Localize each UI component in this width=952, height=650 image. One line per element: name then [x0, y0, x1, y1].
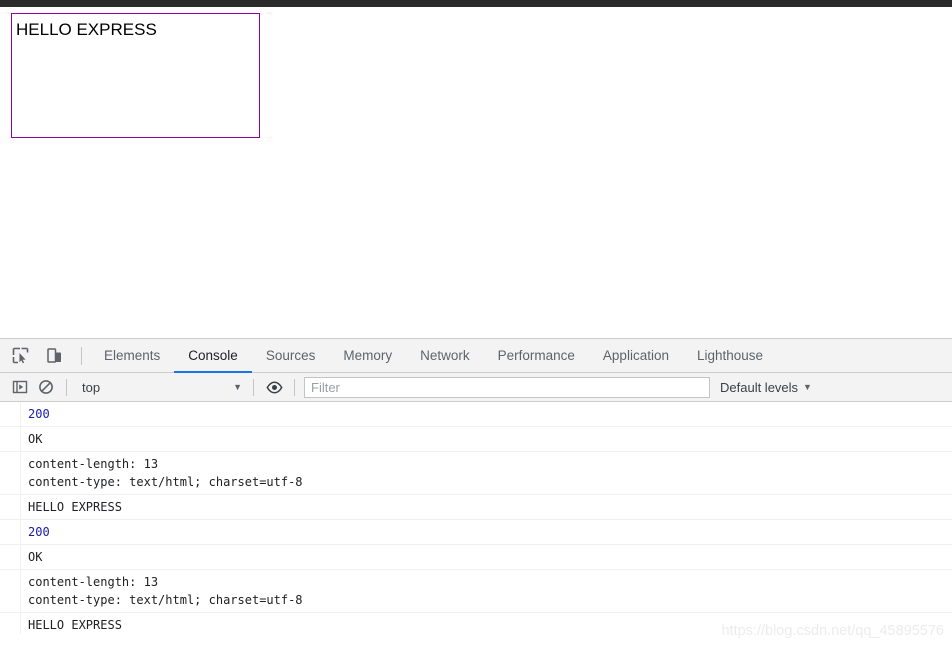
tab-label: Console [188, 348, 238, 363]
tab-label: Application [602, 348, 669, 363]
chevron-down-icon: ▼ [803, 382, 812, 392]
inspect-element-icon[interactable] [7, 343, 33, 369]
devtools-toolbar-icons [0, 339, 90, 372]
console-toolbar: top ▼ Default levels ▼ [0, 373, 952, 402]
tab-performance[interactable]: Performance [484, 339, 589, 372]
console-message[interactable]: 200 [0, 520, 952, 545]
tab-application[interactable]: Application [589, 339, 683, 372]
devtools-tabs: Elements Console Sources Memory Network … [90, 339, 777, 373]
console-message[interactable]: HELLO EXPRESS [0, 495, 952, 520]
tab-label: Sources [265, 348, 316, 363]
console-context-select[interactable]: top ▼ [74, 377, 246, 398]
console-message[interactable]: OK [0, 427, 952, 452]
tab-label: Performance [497, 348, 575, 363]
console-filter-input[interactable] [304, 376, 710, 398]
tab-label: Lighthouse [696, 348, 764, 363]
console-message[interactable]: content-length: 13 content-type: text/ht… [0, 570, 952, 613]
tab-elements[interactable]: Elements [90, 339, 174, 372]
live-expression-eye-icon[interactable] [261, 375, 287, 399]
devtools-tabbar: Elements Console Sources Memory Network … [0, 339, 952, 373]
console-message[interactable]: HELLO EXPRESS [0, 613, 952, 634]
console-toolbar-divider-1 [66, 378, 67, 396]
toolbar-divider [81, 346, 82, 365]
page-viewport: HELLO EXPRESS [0, 7, 952, 338]
console-message-list[interactable]: 200 OK content-length: 13 content-type: … [0, 402, 952, 634]
tab-label: Memory [343, 348, 393, 363]
chevron-down-icon: ▼ [233, 382, 242, 392]
browser-chrome-strip [0, 0, 952, 7]
device-toolbar-icon[interactable] [41, 343, 67, 369]
tab-lighthouse[interactable]: Lighthouse [683, 339, 777, 372]
express-response-box: HELLO EXPRESS [11, 13, 260, 138]
tab-label: Elements [104, 348, 161, 363]
console-message[interactable]: 200 [0, 402, 952, 427]
express-response-text: HELLO EXPRESS [16, 20, 157, 39]
console-message[interactable]: OK [0, 545, 952, 570]
tab-console[interactable]: Console [174, 339, 252, 373]
tab-network[interactable]: Network [406, 339, 484, 372]
clear-console-icon[interactable] [33, 375, 59, 399]
tab-label: Network [420, 348, 470, 363]
console-context-label: top [82, 379, 101, 395]
console-levels-label: Default levels [720, 379, 799, 395]
devtools-panel: Elements Console Sources Memory Network … [0, 338, 952, 650]
console-toolbar-divider-3 [294, 378, 295, 396]
tab-sources[interactable]: Sources [252, 339, 330, 372]
tab-memory[interactable]: Memory [329, 339, 406, 372]
console-message[interactable]: content-length: 13 content-type: text/ht… [0, 452, 952, 495]
console-toolbar-divider-2 [253, 378, 254, 396]
console-levels-dropdown[interactable]: Default levels ▼ [720, 380, 812, 395]
console-sidebar-icon[interactable] [7, 375, 33, 399]
